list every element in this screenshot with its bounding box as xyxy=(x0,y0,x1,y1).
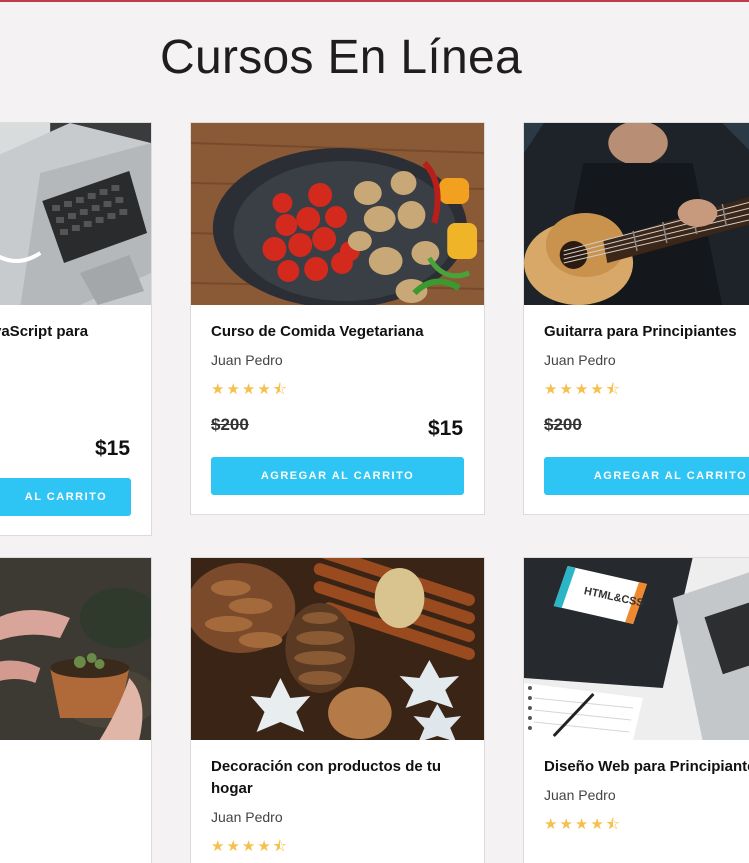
vegetables-pan-image xyxy=(191,123,484,305)
rating-stars-icon: ★★★★⯪ xyxy=(544,381,622,398)
old-price: $200 xyxy=(544,415,582,434)
course-card-jardineria[interactable] xyxy=(0,557,152,863)
course-author: Juan Pedro xyxy=(544,787,616,803)
top-accent-strip xyxy=(0,0,749,2)
rating-stars-icon: ★★★★⯪ xyxy=(544,816,622,833)
course-title: Diseño Web para Principiantes xyxy=(544,758,749,775)
new-price: $15 xyxy=(428,417,464,440)
course-card-decoracion[interactable]: Decoración con productos de tu hogar Jua… xyxy=(190,557,485,863)
add-to-cart-button[interactable]: AGREGAR AL CARRITO xyxy=(211,457,464,495)
course-card-comida-vegetariana[interactable]: Curso de Comida Vegetariana Juan Pedro ★… xyxy=(190,122,485,515)
add-to-cart-button[interactable]: AGREGAR AL CARRITO xyxy=(544,457,749,495)
course-author: Juan Pedro xyxy=(211,809,283,825)
add-to-cart-button[interactable]: AL CARRITO xyxy=(0,478,131,516)
new-price: $15 xyxy=(95,437,131,460)
rating-stars-icon: ★★★★⯪ xyxy=(211,838,289,855)
course-author: Juan Pedro xyxy=(544,352,616,368)
course-author: Juan Pedro xyxy=(211,352,283,368)
laptop-image xyxy=(0,123,151,305)
course-card-diseno-web[interactable]: HTML&CSS Diseño Web para Principiantes J… xyxy=(523,557,749,863)
old-price: $200 xyxy=(211,415,249,434)
course-title: vaScript para xyxy=(0,323,89,340)
course-card-guitarra[interactable]: Guitarra para Principiantes Juan Pedro ★… xyxy=(523,122,749,515)
course-card-javascript[interactable]: vaScript para $15 AL CARRITO xyxy=(0,122,152,536)
course-title-line1: Decoración con productos de tu xyxy=(211,758,442,775)
guitar-player-image xyxy=(524,123,749,305)
course-title: Curso de Comida Vegetariana xyxy=(211,323,424,340)
plant-pot-image xyxy=(0,558,151,740)
course-title-line2: hogar xyxy=(211,780,253,797)
course-title: Guitarra para Principiantes xyxy=(544,323,737,340)
cinnamon-pinecones-image xyxy=(191,558,484,740)
html-css-book-image: HTML&CSS xyxy=(524,558,749,740)
rating-stars-icon: ★★★★⯪ xyxy=(211,381,289,398)
page-title: Cursos En Línea xyxy=(160,31,523,84)
